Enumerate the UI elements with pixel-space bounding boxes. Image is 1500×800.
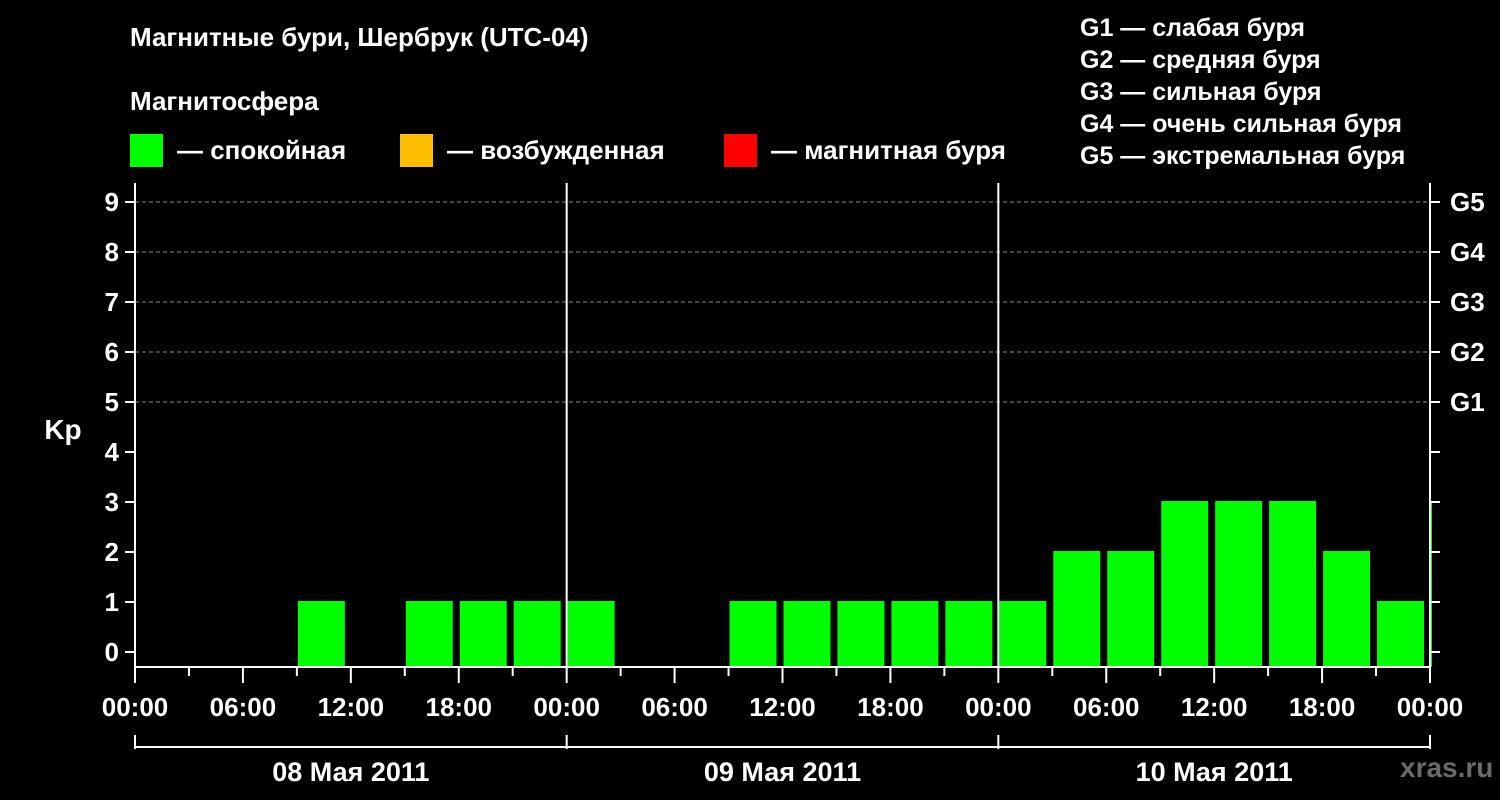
kp-bar-5 — [405, 601, 453, 667]
y-tick-label-2: 2 — [105, 537, 119, 567]
labels-layer: 0 1 2 3 4 5 6 7 8 9 G1 G2 G3 G4 G5 Kp 00:00 06:00 12:00 18:… — [44, 187, 1485, 787]
x-tick-label-5: 06:00 — [641, 692, 708, 722]
g-level-label-g2: G2 — [1450, 337, 1485, 367]
kp-bar-20 — [1215, 501, 1263, 667]
y-tick-label-6: 6 — [105, 337, 119, 367]
x-tick-label-2: 12:00 — [318, 692, 385, 722]
x-tick-label-6: 12:00 — [749, 692, 816, 722]
kp-bar-chart: 0 1 2 3 4 5 6 7 8 9 G1 G2 G3 G4 G5 Kp 00:00 06:00 12:00 18:… — [44, 183, 1485, 787]
kp-bar-15 — [945, 601, 993, 667]
y-axis-title: Kp — [44, 414, 81, 445]
y-tick-label-3: 3 — [105, 487, 119, 517]
kp-bar-11 — [729, 601, 777, 667]
kp-bar-23 — [1377, 601, 1424, 667]
day-label-1: 09 Мая 2011 — [704, 757, 861, 787]
x-tick-label-0: 00:00 — [102, 692, 169, 722]
day-label-2: 10 Мая 2011 — [1136, 757, 1293, 787]
kp-bar-19 — [1161, 501, 1209, 667]
y-tick-label-4: 4 — [105, 437, 120, 467]
g-level-label-g5: G5 — [1450, 187, 1485, 217]
y-tick-label-7: 7 — [105, 287, 119, 317]
y-tick-label-8: 8 — [105, 237, 119, 267]
x-tick-label-12: 00:00 — [1397, 692, 1464, 722]
kp-bar-14 — [891, 601, 939, 667]
x-tick-label-9: 06:00 — [1073, 692, 1140, 722]
x-tick-label-3: 18:00 — [426, 692, 493, 722]
kp-bar-8 — [567, 601, 615, 667]
kp-bar-6 — [459, 601, 507, 667]
y-tick-label-9: 9 — [105, 187, 119, 217]
x-tick-label-4: 00:00 — [533, 692, 600, 722]
watermark: xras.ru — [1400, 752, 1494, 783]
bars-layer — [297, 501, 1432, 667]
kp-bar-17 — [1053, 551, 1101, 667]
g-level-label-g1: G1 — [1450, 387, 1485, 417]
x-tick-label-11: 18:00 — [1289, 692, 1356, 722]
g-level-label-g4: G4 — [1450, 237, 1485, 267]
kp-bar-21 — [1269, 501, 1317, 667]
y-tick-label-0: 0 — [105, 637, 119, 667]
kp-bar-16 — [999, 601, 1047, 667]
kp-bar-24 — [1431, 501, 1432, 667]
grid-layer — [135, 201, 1430, 403]
kp-bar-22 — [1323, 551, 1371, 667]
g-level-label-g3: G3 — [1450, 287, 1485, 317]
kp-bar-12 — [783, 601, 831, 667]
kp-bar-3 — [297, 601, 345, 667]
x-tick-label-8: 00:00 — [965, 692, 1032, 722]
y-tick-label-1: 1 — [105, 587, 119, 617]
kp-bar-13 — [837, 601, 885, 667]
x-tick-label-10: 12:00 — [1181, 692, 1248, 722]
x-tick-label-7: 18:00 — [857, 692, 924, 722]
x-tick-label-1: 06:00 — [210, 692, 277, 722]
kp-bar-18 — [1107, 551, 1155, 667]
kp-bar-7 — [513, 601, 561, 667]
y-tick-label-5: 5 — [105, 387, 119, 417]
day-label-0: 08 Мая 2011 — [272, 757, 429, 787]
